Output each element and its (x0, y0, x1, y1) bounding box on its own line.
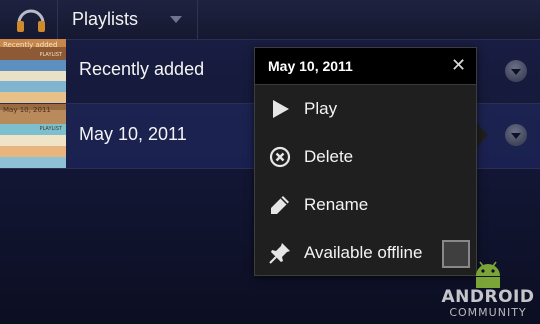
watermark-line2: COMMUNITY (449, 306, 527, 319)
popup-title: May 10, 2011 (268, 58, 353, 74)
thumbnail-subtitle: PLAYLIST (39, 52, 63, 58)
pin-icon (269, 243, 290, 264)
thumbnail-title: May 10, 2011 (3, 106, 51, 114)
music-app-screen: Playlists Recently added PLAYLIST Recent… (0, 0, 540, 324)
thumbnail-title: Recently added (3, 41, 58, 49)
menu-item-delete[interactable]: Delete (255, 134, 476, 182)
menu-item-label: Available offline (304, 243, 423, 262)
playlist-label: May 10, 2011 (79, 124, 187, 144)
android-robot-icon (476, 261, 500, 288)
watermark-line1: ANDROID (441, 287, 535, 307)
overflow-caret-icon[interactable] (505, 60, 527, 82)
android-community-watermark: ANDROID COMMUNITY (440, 256, 536, 322)
close-icon[interactable]: ✕ (451, 56, 466, 74)
pencil-icon (271, 196, 289, 214)
playlist-label: Recently added (79, 59, 205, 79)
thumbnail-subtitle: PLAYLIST (39, 126, 63, 132)
page-title[interactable]: Playlists (72, 9, 138, 30)
menu-item-rename[interactable]: Rename (255, 182, 476, 230)
playlist-thumbnail: May 10, 2011 PLAYLIST (0, 104, 66, 168)
popup-pointer (476, 122, 488, 148)
action-bar-divider (197, 0, 198, 39)
action-bar: Playlists (0, 0, 540, 40)
menu-item-play[interactable]: Play (255, 86, 476, 134)
menu-item-label: Rename (304, 195, 369, 214)
headphones-icon[interactable] (14, 4, 48, 34)
delete-icon (269, 146, 291, 168)
menu-item-label: Delete (304, 147, 354, 166)
popup-header: May 10, 2011 ✕ (255, 48, 476, 85)
caret-down-icon[interactable] (170, 16, 182, 23)
playlist-thumbnail: Recently added PLAYLIST (0, 39, 66, 103)
play-icon (273, 100, 289, 118)
action-bar-divider (57, 0, 58, 39)
overflow-caret-icon[interactable] (505, 124, 527, 146)
menu-item-label: Play (304, 99, 338, 118)
context-menu-popup: May 10, 2011 ✕ Play Delete Rename Availa… (254, 47, 477, 276)
